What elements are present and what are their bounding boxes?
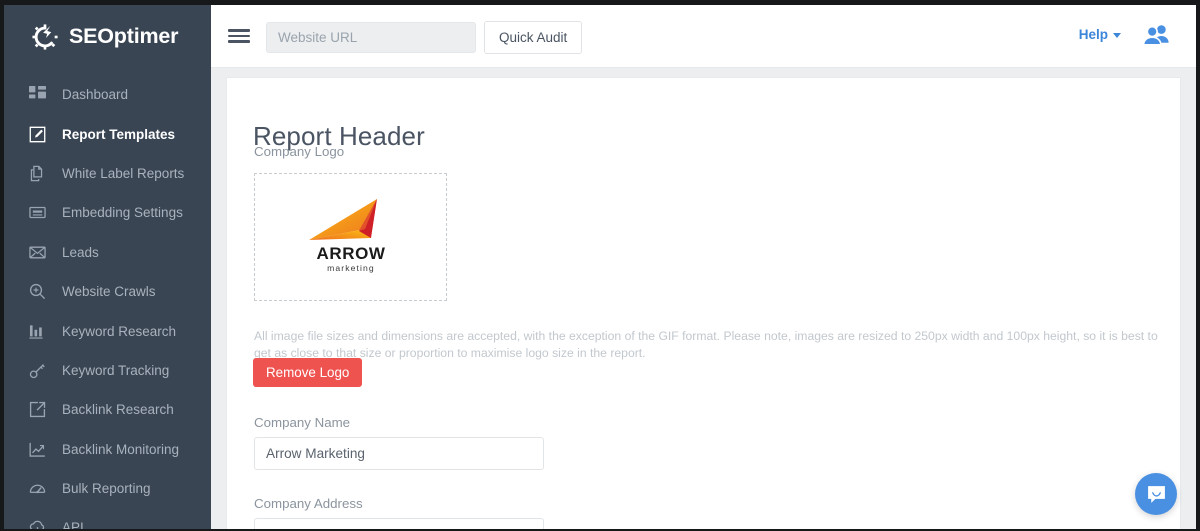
sidebar: SEOptimer Dashboard Report Templates Whi…	[4, 5, 211, 529]
hamburger-icon[interactable]	[228, 27, 250, 45]
brand-logo[interactable]: SEOptimer	[4, 5, 211, 68]
chat-bubble-smile-icon	[1147, 485, 1165, 503]
caret-down-icon	[1113, 33, 1121, 38]
sidebar-item-keyword-tracking[interactable]: Keyword Tracking	[4, 351, 211, 390]
company-address-input[interactable]	[254, 518, 544, 529]
search-plus-icon	[29, 283, 46, 300]
line-chart-up-icon	[29, 441, 46, 458]
sidebar-item-label: Keyword Research	[62, 323, 177, 339]
company-name-input[interactable]	[254, 437, 544, 470]
chat-launcher-button[interactable]	[1135, 473, 1177, 515]
users-group-icon[interactable]	[1142, 23, 1170, 47]
envelope-icon	[29, 244, 46, 261]
bar-chart-icon	[29, 323, 46, 340]
company-logo-image: ARROW marketing	[308, 199, 385, 273]
seoptimer-gear-arrow-icon	[30, 22, 60, 52]
sidebar-item-backlink-research[interactable]: Backlink Research	[4, 390, 211, 429]
sidebar-item-label: Dashboard	[62, 87, 129, 103]
app-viewport: SEOptimer Dashboard Report Templates Whi…	[4, 5, 1196, 529]
sidebar-item-backlink-monitoring[interactable]: Backlink Monitoring	[4, 430, 211, 469]
sidebar-item-api[interactable]: API	[4, 508, 211, 529]
sidebar-item-website-crawls[interactable]: Website Crawls	[4, 272, 211, 311]
browser-frame: SEOptimer Dashboard Report Templates Whi…	[0, 0, 1200, 531]
sidebar-item-label: Leads	[62, 244, 99, 260]
hamburger-bar	[228, 40, 250, 43]
topbar: Quick Audit Help	[211, 5, 1196, 68]
logo-upload-note: All image file sizes and dimensions are …	[254, 329, 1158, 361]
svg-text:marketing: marketing	[327, 263, 375, 273]
dashboard-grid-icon	[29, 86, 46, 103]
help-label: Help	[1078, 27, 1108, 42]
company-logo-dropzone[interactable]: ARROW marketing	[254, 173, 447, 301]
sidebar-nav-list: Dashboard Report Templates White Label R…	[4, 68, 211, 529]
sidebar-item-label: Website Crawls	[62, 284, 156, 300]
sidebar-item-label: API	[62, 520, 84, 529]
sidebar-item-label: Keyword Tracking	[62, 362, 170, 378]
sidebar-item-bulk-reporting[interactable]: Bulk Reporting	[4, 469, 211, 508]
company-address-label: Company Address	[254, 496, 363, 511]
cloud-download-icon	[29, 519, 46, 529]
key-icon	[29, 362, 46, 379]
brand-name: SEOptimer	[69, 24, 179, 48]
remove-logo-button[interactable]: Remove Logo	[253, 358, 363, 387]
sidebar-item-white-label-reports[interactable]: White Label Reports	[4, 154, 211, 193]
copy-documents-icon	[29, 165, 46, 182]
main-content: Report Header Company Logo ARROW marketi…	[211, 68, 1196, 529]
embed-box-icon	[29, 204, 46, 221]
company-logo-label: Company Logo	[254, 144, 345, 159]
sidebar-item-label: Backlink Research	[62, 402, 174, 418]
sidebar-item-label: Report Templates	[62, 126, 176, 142]
report-header-card: Report Header Company Logo ARROW marketi…	[226, 77, 1181, 529]
gauge-icon	[29, 480, 46, 497]
sidebar-item-label: Backlink Monitoring	[62, 441, 180, 457]
help-menu[interactable]: Help	[1079, 27, 1121, 42]
sidebar-item-leads[interactable]: Leads	[4, 233, 211, 272]
quick-audit-button[interactable]: Quick Audit	[484, 21, 583, 54]
sidebar-item-dashboard[interactable]: Dashboard	[4, 75, 211, 114]
edit-document-icon	[29, 126, 46, 143]
company-name-label: Company Name	[254, 415, 351, 430]
sidebar-item-keyword-research[interactable]: Keyword Research	[4, 311, 211, 350]
sidebar-item-label: Bulk Reporting	[62, 481, 151, 497]
hamburger-bar	[228, 34, 250, 38]
website-url-input[interactable]	[266, 22, 476, 53]
hamburger-bar	[228, 29, 250, 32]
sidebar-item-report-templates[interactable]: Report Templates	[4, 114, 211, 153]
sidebar-item-label: White Label Reports	[62, 165, 185, 181]
external-link-icon	[29, 401, 46, 418]
svg-text:ARROW: ARROW	[316, 244, 385, 263]
sidebar-item-embedding-settings[interactable]: Embedding Settings	[4, 193, 211, 232]
sidebar-item-label: Embedding Settings	[62, 205, 183, 221]
